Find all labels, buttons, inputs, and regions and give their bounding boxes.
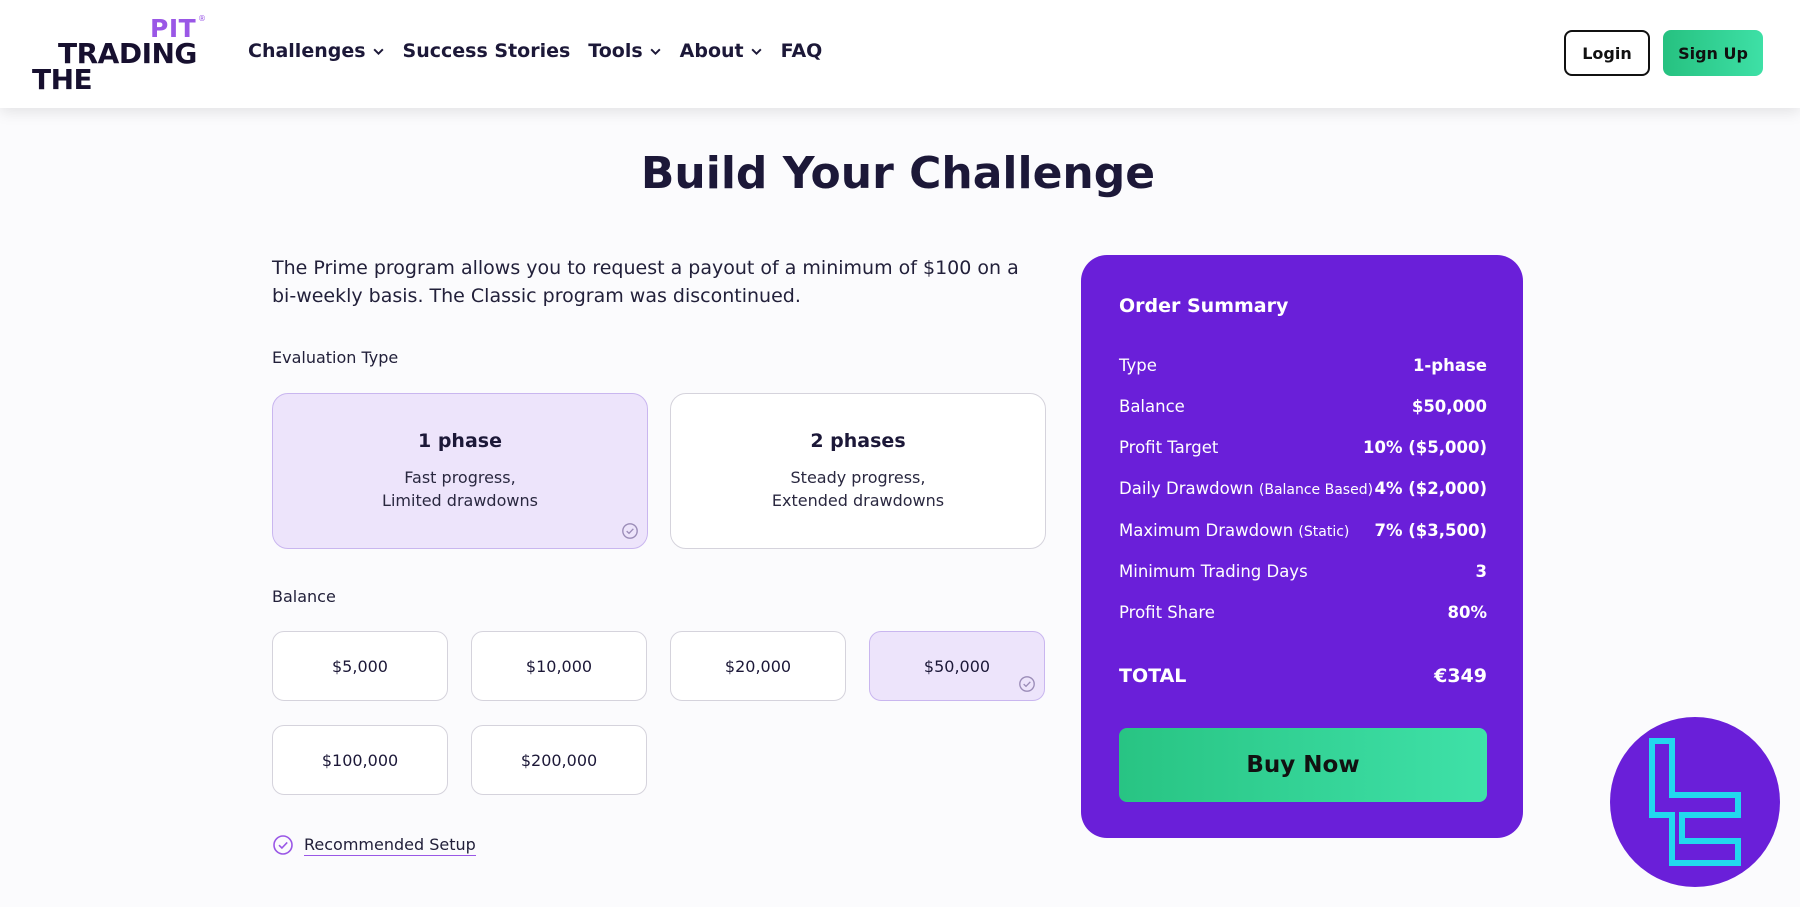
buy-now-button[interactable]: Buy Now — [1119, 728, 1487, 802]
check-circle-icon — [273, 835, 293, 855]
summary-row-key-note: (Balance Based) — [1258, 482, 1374, 498]
balance-option-200000[interactable]: $200,000 — [471, 725, 647, 795]
site-header: PIT ® TRADING THE Challenges Success Sto… — [0, 0, 1800, 108]
nav-faq[interactable]: FAQ — [781, 40, 823, 62]
balance-label: Balance — [272, 587, 336, 606]
nav-success-stories[interactable]: Success Stories — [403, 40, 571, 62]
summary-row-key: Minimum Trading Days — [1119, 562, 1308, 581]
summary-row-value: 1-phase — [1412, 356, 1487, 375]
eval-option-desc-line: Extended drawdowns — [771, 491, 945, 510]
summary-row-type: Type 1-phase — [1119, 356, 1487, 375]
order-total: TOTAL €349 — [1119, 665, 1487, 687]
summary-row-profit-target: Profit Target 10% ($5,000) — [1119, 438, 1487, 457]
signup-button[interactable]: Sign Up — [1663, 30, 1763, 76]
order-total-label: TOTAL — [1119, 665, 1187, 687]
login-button[interactable]: Login — [1564, 30, 1650, 76]
eval-option-description: Fast progress, Limited drawdowns — [273, 466, 647, 512]
summary-row-daily-drawdown: Daily Drawdown (Balance Based) 4% ($2,00… — [1119, 479, 1487, 498]
nav-faq-label: FAQ — [780, 40, 823, 62]
balance-option-5000[interactable]: $5,000 — [272, 631, 448, 701]
eval-option-description: Steady progress, Extended drawdowns — [671, 466, 1045, 512]
summary-row-key: Maximum Drawdown (Static) — [1119, 521, 1349, 540]
summary-row-key: Profit Target — [1119, 438, 1219, 457]
eval-option-desc-line: Fast progress, — [404, 468, 516, 487]
summary-row-value: 4% ($2,000) — [1374, 479, 1487, 498]
balance-option-10000[interactable]: $10,000 — [471, 631, 647, 701]
watermark-logo — [1610, 717, 1780, 887]
eval-option-title: 1 phase — [418, 430, 502, 452]
program-intro: The Prime program allows you to request … — [272, 257, 1019, 307]
summary-row-key: Profit Share — [1119, 603, 1215, 622]
check-circle-icon — [1019, 676, 1035, 692]
nav-about-label: About — [679, 40, 744, 62]
summary-row-profit-share: Profit Share 80% — [1119, 603, 1487, 622]
summary-row-value: 3 — [1475, 562, 1487, 581]
summary-row-key-note: (Static) — [1298, 524, 1350, 540]
chevron-down-icon — [751, 48, 762, 55]
chevron-down-icon — [373, 48, 384, 55]
balance-option-label: $10,000 — [525, 656, 593, 676]
balance-option-label: $5,000 — [332, 656, 388, 676]
nav-challenges[interactable]: Challenges — [248, 40, 385, 62]
eval-option-1-phase[interactable]: 1 phase Fast progress, Limited drawdowns — [272, 393, 648, 549]
nav-about[interactable]: About — [680, 40, 763, 62]
nav-success-stories-label: Success Stories — [402, 40, 571, 62]
summary-row-max-drawdown: Maximum Drawdown (Static) 7% ($3,500) — [1119, 521, 1487, 540]
summary-row-key-text: Daily Drawdown — [1119, 479, 1254, 498]
recommended-setup-label: Recommended Setup — [304, 834, 476, 856]
brand-logo[interactable]: PIT ® TRADING THE — [32, 14, 212, 96]
check-circle-icon — [622, 523, 638, 539]
summary-row-value: 80% — [1447, 603, 1488, 622]
recommended-setup-link[interactable]: Recommended Setup — [272, 834, 476, 856]
page-title: Build Your Challenge — [640, 148, 1156, 199]
logo-the: THE — [32, 63, 93, 96]
balance-option-label: $200,000 — [520, 750, 598, 770]
eval-option-desc-line: Limited drawdowns — [382, 491, 538, 510]
evaluation-type-label: Evaluation Type — [272, 348, 399, 367]
balance-option-50000[interactable]: $50,000 — [869, 631, 1045, 701]
eval-option-title: 2 phases — [810, 430, 906, 452]
eval-option-2-phases[interactable]: 2 phases Steady progress, Extended drawd… — [670, 393, 1046, 549]
summary-row-value: 10% ($5,000) — [1363, 438, 1487, 457]
order-summary-panel: Order Summary Type 1-phase Balance $50,0… — [1081, 255, 1523, 838]
order-summary-title: Order Summary — [1119, 295, 1289, 317]
summary-row-min-trading-days: Minimum Trading Days 3 — [1119, 562, 1487, 581]
balance-option-label: $20,000 — [724, 656, 792, 676]
order-total-value: €349 — [1434, 665, 1487, 687]
summary-row-key: Type — [1119, 356, 1157, 375]
summary-row-value: 7% ($3,500) — [1374, 521, 1487, 540]
summary-row-key-text: Maximum Drawdown — [1119, 521, 1294, 540]
summary-row-value: $50,000 — [1411, 397, 1487, 416]
summary-row-balance: Balance $50,000 — [1119, 397, 1487, 416]
logo-registered-mark: ® — [198, 14, 206, 23]
balance-option-label: $100,000 — [321, 750, 399, 770]
summary-row-key: Daily Drawdown (Balance Based) — [1119, 479, 1373, 498]
main-nav: Challenges Success Stories Tools About F… — [248, 40, 822, 62]
watermark-logo-icon — [1649, 738, 1741, 866]
nav-tools[interactable]: Tools — [588, 40, 661, 62]
summary-row-key: Balance — [1119, 397, 1185, 416]
nav-tools-label: Tools — [588, 40, 643, 62]
nav-challenges-label: Challenges — [248, 40, 366, 62]
chevron-down-icon — [650, 48, 661, 55]
balance-option-100000[interactable]: $100,000 — [272, 725, 448, 795]
balance-option-20000[interactable]: $20,000 — [670, 631, 846, 701]
eval-option-desc-line: Steady progress, — [790, 468, 926, 487]
balance-option-label: $50,000 — [923, 656, 991, 676]
